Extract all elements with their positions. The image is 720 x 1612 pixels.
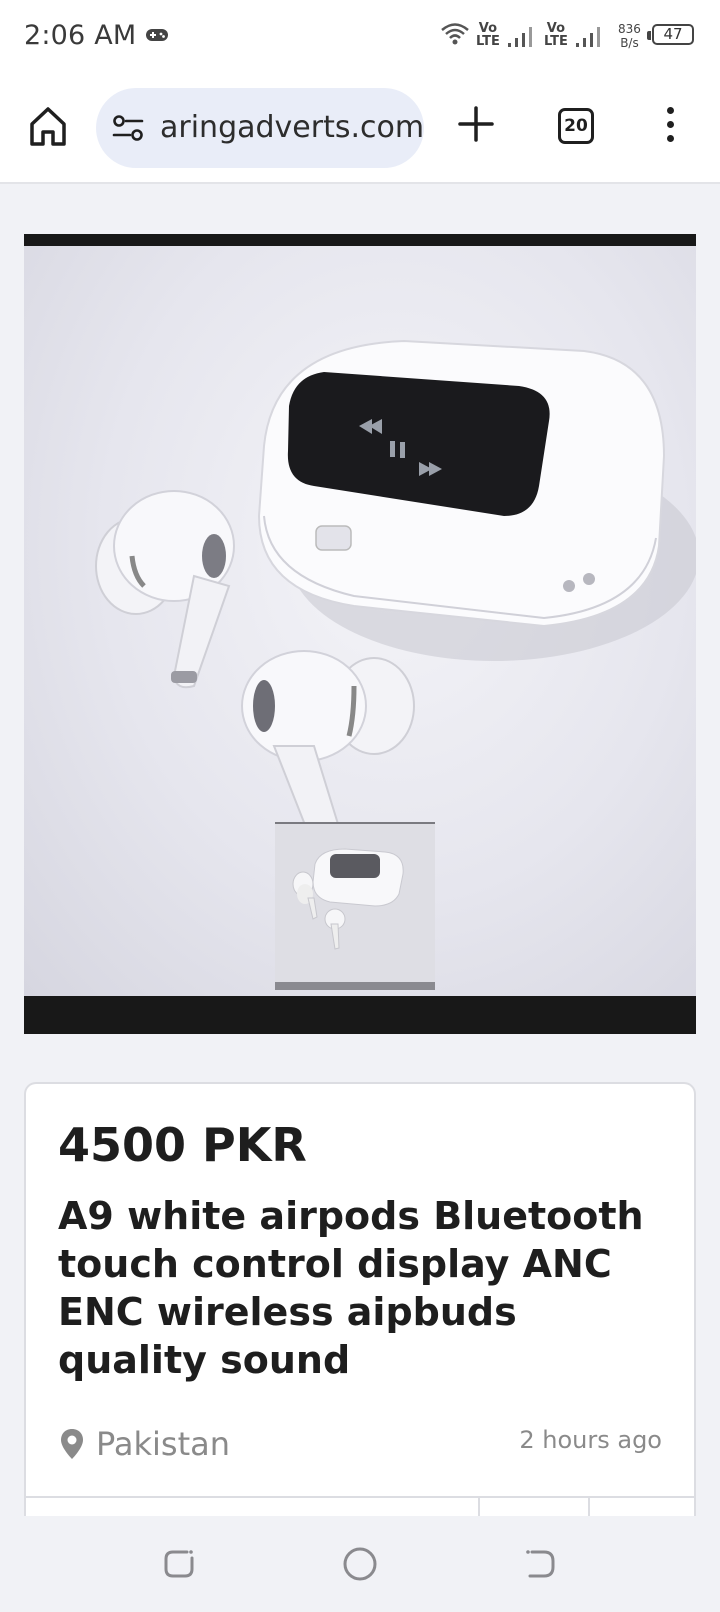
back-icon[interactable] bbox=[522, 1546, 558, 1582]
address-bar[interactable]: aringadverts.com bbox=[96, 88, 424, 168]
thumbnail-image bbox=[292, 848, 404, 950]
listing-price: 4500 PKR bbox=[58, 1118, 307, 1172]
browser-toolbar: aringadverts.com 20 bbox=[0, 74, 720, 184]
volte-indicator-2: Vo LTE bbox=[544, 21, 568, 49]
site-info-icon[interactable] bbox=[112, 114, 144, 142]
network-speed: 836 B/s bbox=[618, 22, 641, 50]
card-divider bbox=[26, 1496, 694, 1498]
wifi-icon bbox=[441, 23, 469, 45]
volte-indicator-1: Vo LTE bbox=[476, 21, 500, 49]
plus-icon[interactable] bbox=[456, 104, 496, 144]
home-icon[interactable] bbox=[28, 104, 68, 148]
navigation-bar bbox=[0, 1516, 720, 1612]
recents-icon[interactable] bbox=[161, 1546, 197, 1582]
battery-nub bbox=[647, 31, 651, 40]
more-vert-icon[interactable] bbox=[660, 104, 680, 148]
listing-title: A9 white airpods Bluetooth touch control… bbox=[58, 1194, 644, 1382]
battery-icon: 47 bbox=[652, 24, 694, 45]
image-gallery[interactable] bbox=[24, 234, 696, 1034]
gallery-thumbnail[interactable] bbox=[275, 822, 435, 990]
tab-count: 20 bbox=[564, 116, 588, 136]
gamepad-icon bbox=[146, 29, 168, 41]
location-text: Pakistan bbox=[96, 1425, 230, 1463]
listing-card: 4500 PKR A9 white airpods Bluetooth touc… bbox=[24, 1082, 696, 1544]
product-photo[interactable] bbox=[24, 246, 696, 996]
status-time: 2:06 AM bbox=[24, 20, 137, 51]
location-pin-icon bbox=[61, 1429, 83, 1459]
url-text[interactable]: aringadverts.com bbox=[160, 108, 422, 148]
home-circle-icon[interactable] bbox=[342, 1546, 378, 1582]
posted-time: 2 hours ago bbox=[519, 1426, 662, 1454]
signal-icon bbox=[576, 27, 600, 47]
listing-location: Pakistan bbox=[60, 1424, 230, 1464]
status-bar: 2:06 AM Vo LTE Vo LTE 836 B/s 47 bbox=[0, 0, 720, 74]
battery-level: 47 bbox=[663, 25, 683, 43]
tabs-icon[interactable]: 20 bbox=[558, 108, 594, 144]
signal-icon bbox=[508, 27, 532, 47]
